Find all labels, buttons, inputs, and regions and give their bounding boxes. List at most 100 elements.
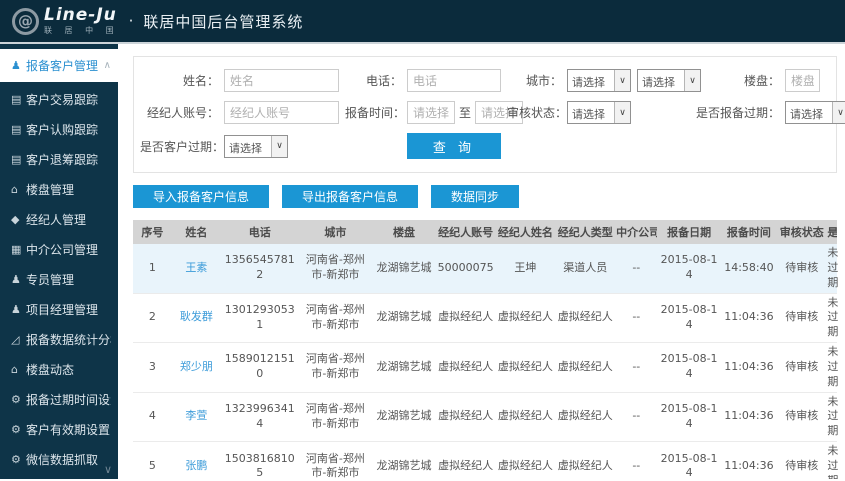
- customer-expired-select[interactable]: 请选择 ∨: [224, 134, 288, 158]
- cell-phone: 13565457812: [220, 244, 299, 294]
- cell-report-time: 11:04:36: [720, 342, 778, 393]
- top-header-bar: @ Line-Ju 联 居 中 国 · 联居中国后台管理系统: [0, 0, 845, 44]
- col-header-agent-name: 经纪人姓名: [495, 220, 556, 244]
- cell-report-date: 2015-08-14: [657, 293, 721, 344]
- sidebar-item-icon: ⚙: [11, 452, 21, 466]
- cell-phone: 13239963414: [220, 392, 299, 443]
- table-header-row: 序号 姓名 电话 城市 楼盘 经纪人账号 经纪人姓名 经纪人类型 中介公司 报备…: [133, 220, 837, 244]
- sidebar-item-icon: ♟: [11, 272, 21, 286]
- cell-company: --: [615, 293, 658, 344]
- sidebar-item-label: 客户退筹跟踪: [26, 152, 99, 167]
- cell-company: --: [615, 441, 658, 479]
- sidebar-item-icon: ♟: [11, 59, 21, 72]
- cell-company: --: [615, 342, 658, 393]
- cell-agent-account: 50000075: [435, 244, 496, 294]
- table-row[interactable]: 4 李萱 13239963414 河南省-郑州市-新郑市 龙湖锦艺城 虚拟经纪人…: [133, 392, 838, 443]
- cell-report-expired: 未过期: [826, 441, 838, 479]
- city-district-select[interactable]: 请选择 ∨: [637, 69, 701, 92]
- cell-city: 河南省-郑州市-新郑市: [298, 293, 373, 344]
- sidebar-item[interactable]: ⚙ 报备过期时间设置: [0, 384, 118, 414]
- chevron-down-icon: ∨: [614, 102, 630, 123]
- table-row[interactable]: 1 王素 13565457812 河南省-郑州市-新郑市 龙湖锦艺城 50000…: [133, 244, 838, 294]
- col-header-report-expired: 是否报备过期: [826, 220, 837, 244]
- sidebar-item-label: 客户认购跟踪: [26, 122, 99, 137]
- sidebar-item-icon: ▤: [11, 122, 22, 136]
- cell-city: 河南省-郑州市-新郑市: [298, 342, 373, 393]
- phone-input[interactable]: [407, 69, 501, 92]
- report-time-from-input[interactable]: [407, 101, 455, 124]
- cell-name-link[interactable]: 王素: [171, 244, 221, 294]
- audit-status-label: 审核状态：: [507, 106, 568, 120]
- logo-brand-name: Line-Ju: [44, 4, 117, 25]
- sidebar-item[interactable]: ▤ 客户认购跟踪: [0, 114, 118, 144]
- audit-status-select[interactable]: 请选择 ∨: [567, 101, 631, 124]
- table-row[interactable]: 5 张鹏 15038168105 河南省-郑州市-新郑市 龙湖锦艺城 虚拟经纪人…: [133, 441, 838, 479]
- sidebar-scroll-down-icon[interactable]: ∨: [104, 463, 112, 476]
- cell-report-date: 2015-08-14: [657, 342, 721, 393]
- sidebar-nav: ∨ ♟ 报备客户管理 ∧ ▤ 客户交易跟踪 ▤ 客户认购跟踪 ▤ 客户退筹跟踪: [0, 44, 118, 479]
- report-time-label: 报备时间：: [345, 106, 406, 120]
- cell-agent-type: 渠道人员: [555, 244, 616, 294]
- cell-agent-name: 虚拟经纪人: [495, 392, 556, 443]
- estate-input[interactable]: [785, 69, 820, 92]
- name-input[interactable]: [224, 69, 339, 92]
- data-sync-button[interactable]: 数据同步: [431, 185, 520, 208]
- sidebar-item[interactable]: ♟ 专员管理: [0, 264, 118, 294]
- sidebar-item-label: 微信数据抓取: [26, 452, 99, 467]
- report-expired-label: 是否报备过期：: [695, 106, 780, 120]
- cell-name-link[interactable]: 张鹏: [171, 441, 221, 479]
- cell-index: 1: [133, 244, 172, 294]
- col-header-agent-type: 经纪人类型: [555, 220, 616, 244]
- sidebar-item-icon: ▤: [11, 92, 22, 106]
- agent-account-label: 经纪人账号：: [146, 106, 219, 120]
- cell-agent-name: 王坤: [495, 244, 556, 294]
- col-header-city: 城市: [298, 220, 373, 244]
- sidebar-item[interactable]: ⌂ 楼盘动态: [0, 354, 118, 384]
- cell-agent-account: 虚拟经纪人: [435, 342, 496, 393]
- cell-index: 4: [133, 392, 172, 443]
- sidebar-item[interactable]: ⌂ 楼盘管理: [0, 174, 118, 204]
- table-row[interactable]: 3 郑少朋 15890121510 河南省-郑州市-新郑市 龙湖锦艺城 虚拟经纪…: [133, 342, 838, 393]
- cell-audit-status: 待审核: [777, 293, 827, 344]
- action-toolbar: 导入报备客户信息 导出报备客户信息 数据同步: [133, 185, 837, 208]
- sidebar-item[interactable]: ⚙ 微信数据抓取: [0, 444, 118, 474]
- agent-account-input[interactable]: [224, 101, 339, 124]
- sidebar-item[interactable]: ▤ 客户退筹跟踪: [0, 144, 118, 174]
- report-expired-select[interactable]: 请选择 ∨: [785, 101, 845, 124]
- cell-audit-status: 待审核: [777, 441, 827, 479]
- col-header-name: 姓名: [171, 220, 221, 244]
- cell-company: --: [615, 392, 658, 443]
- export-customers-button[interactable]: 导出报备客户信息: [282, 185, 419, 208]
- logo-brand-chinese: 联 居 中 国: [44, 25, 119, 35]
- sidebar-item[interactable]: ♟ 报备客户管理 ∧: [0, 49, 118, 82]
- col-header-phone: 电话: [220, 220, 299, 244]
- sidebar-item[interactable]: ⚙ 客户有效期设置: [0, 414, 118, 444]
- sidebar-item[interactable]: ◿ 报备数据统计分析: [0, 324, 118, 354]
- sidebar-item[interactable]: ◆ 经纪人管理: [0, 204, 118, 234]
- sidebar-item[interactable]: ▦ 中介公司管理: [0, 234, 118, 264]
- chevron-down-icon: ∨: [832, 102, 845, 123]
- sidebar-item-icon: ▦: [11, 242, 22, 256]
- cell-report-time: 14:58:40: [720, 244, 778, 294]
- cell-name-link[interactable]: 耿发群: [171, 293, 221, 344]
- city-province-select[interactable]: 请选择 ∨: [567, 69, 631, 92]
- cell-estate: 龙湖锦艺城: [372, 342, 436, 393]
- date-range-to-label: 至: [459, 106, 472, 120]
- col-header-report-time: 报备时间: [720, 220, 778, 244]
- sidebar-item[interactable]: ▤ 客户交易跟踪: [0, 84, 118, 114]
- table-row[interactable]: 2 耿发群 13012930531 河南省-郑州市-新郑市 龙湖锦艺城 虚拟经纪…: [133, 293, 838, 344]
- cell-name-link[interactable]: 李萱: [171, 392, 221, 443]
- cell-name-link[interactable]: 郑少朋: [171, 342, 221, 393]
- cell-report-expired: 未过期: [826, 293, 838, 344]
- cell-estate: 龙湖锦艺城: [372, 244, 436, 294]
- cell-phone: 15038168105: [220, 441, 299, 479]
- cell-estate: 龙湖锦艺城: [372, 441, 436, 479]
- search-button[interactable]: 查 询: [407, 133, 501, 159]
- cell-report-expired: 未过期: [826, 342, 838, 393]
- cell-estate: 龙湖锦艺城: [372, 392, 436, 443]
- cell-agent-type: 虚拟经纪人: [555, 392, 616, 443]
- sidebar-item[interactable]: ♟ 项目经理管理: [0, 294, 118, 324]
- cell-audit-status: 待审核: [777, 342, 827, 393]
- import-customers-button[interactable]: 导入报备客户信息: [133, 185, 270, 208]
- cell-agent-account: 虚拟经纪人: [435, 392, 496, 443]
